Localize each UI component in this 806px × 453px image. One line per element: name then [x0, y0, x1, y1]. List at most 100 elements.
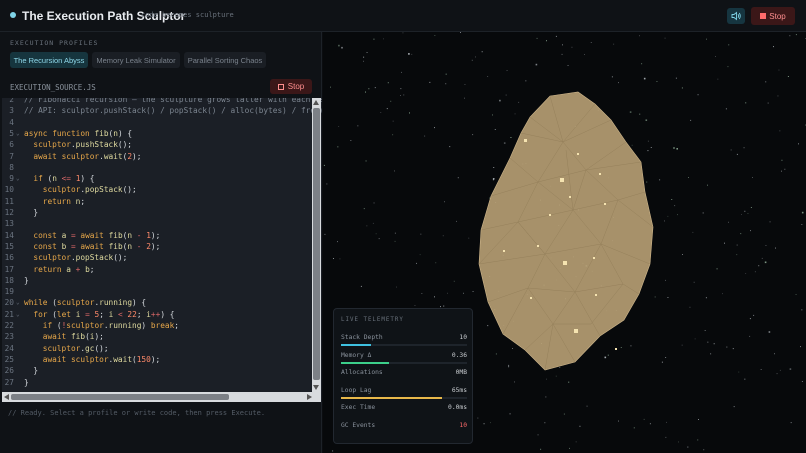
code-text: sculptor.popStack(); [33, 253, 128, 263]
top-bar: The Execution Path Sculptor code becomes… [0, 0, 806, 32]
code-line[interactable]: 11 return n; [2, 196, 314, 207]
telemetry-panel: LIVE TELEMETRY Stack Depth 10 Memory Δ 0.36… [333, 308, 473, 444]
fold-chevron-icon[interactable]: ⌄ [16, 128, 20, 139]
code-line[interactable]: 10 sculptor.popStack(); [2, 184, 314, 195]
code-text: sculptor.gc(); [42, 343, 109, 353]
telemetry-row: Allocations 0MB [341, 369, 467, 381]
line-number: 13 [4, 219, 14, 229]
fold-chevron-icon[interactable]: ⌄ [16, 297, 20, 308]
fold-chevron-icon[interactable]: ⌄ [16, 309, 20, 320]
code-line[interactable]: 16 sculptor.popStack(); [2, 252, 314, 263]
code-text: sculptor.pushStack(); [33, 140, 132, 150]
code-text: await fib(i); [42, 332, 104, 342]
line-number: 7 [9, 151, 14, 161]
profile-recursion-abyss[interactable]: The Recursion Abyss [10, 52, 88, 68]
profile-parallel-sorting[interactable]: Parallel Sorting Chaos [184, 52, 266, 68]
scroll-up-icon[interactable] [313, 100, 319, 105]
source-stop-button[interactable]: Stop [270, 79, 312, 94]
telemetry-value: 0MB [455, 369, 467, 376]
horizontal-scrollbar[interactable] [2, 392, 321, 402]
code-text: await sculptor.wait(2); [33, 151, 142, 161]
telemetry-label: Allocations [341, 369, 383, 376]
stop-button[interactable]: Stop [751, 7, 795, 25]
line-number: 19 [4, 287, 14, 297]
line-number: 2 [9, 98, 14, 104]
scroll-thumb[interactable] [313, 108, 320, 380]
line-number: 12 [4, 208, 14, 217]
code-line[interactable]: 9 ⌄ if (n <= 1) { [2, 173, 314, 184]
code-text: if (n <= 1) { [33, 174, 95, 184]
code-line[interactable]: 18} [2, 275, 314, 286]
code-line[interactable]: 7 await sculptor.wait(2); [2, 151, 314, 162]
telemetry-value: 10 [459, 421, 467, 429]
code-line[interactable]: 8 [2, 162, 314, 173]
stop-square-icon [277, 83, 284, 90]
code-line[interactable]: 20 ⌄ while (sculptor.running) { [2, 297, 314, 308]
code-text: await sculptor.wait(150); [42, 354, 161, 364]
line-number: 3 [9, 106, 14, 116]
code-line[interactable]: 17 return a + b; [2, 264, 314, 275]
line-number: 10 [4, 185, 14, 195]
telemetry-label: Stack Depth [341, 334, 383, 341]
telemetry-bar [341, 361, 467, 364]
code-line[interactable]: 3 // API: sculptor.pushStack() / popStack… [2, 105, 322, 116]
code-line[interactable]: 25 await sculptor.wait(150); [2, 354, 314, 365]
code-text: const b = await fib(n - 2); [33, 241, 161, 251]
code-text: while (sculptor.running) { [24, 298, 147, 308]
telemetry-bar-fill [341, 344, 372, 346]
code-text: // Fibonacci recursion — the sculpture g… [24, 98, 322, 104]
telemetry-label: Exec Time [341, 404, 376, 411]
line-number: 18 [4, 275, 14, 285]
code-line[interactable]: 24 sculptor.gc(); [2, 343, 314, 354]
code-text: const a = await fib(n - 1); [33, 230, 161, 240]
profile-memory-leak[interactable]: Memory Leak Simulator [92, 52, 180, 68]
line-number: 14 [4, 230, 14, 240]
telemetry-bar [341, 344, 467, 346]
code-text: return a + b; [33, 264, 95, 274]
code-line[interactable]: 4 [2, 117, 314, 128]
hscroll-thumb[interactable] [11, 394, 229, 400]
line-number: 9 [9, 174, 14, 184]
line-number: 15 [4, 241, 14, 251]
code-line[interactable]: 6 sculptor.pushStack(); [2, 139, 314, 150]
status-dot [10, 12, 16, 18]
code-text: } [24, 275, 29, 285]
code-line[interactable]: 12 } [2, 207, 314, 218]
scroll-left-icon[interactable] [4, 394, 9, 400]
telemetry-bar [341, 396, 467, 399]
line-number: 17 [4, 264, 14, 274]
code-line[interactable]: 22 if (!sculptor.running) break; [2, 320, 314, 331]
line-number: 5 [9, 128, 14, 138]
code-line[interactable]: 15 const b = await fib(n - 2); [2, 241, 314, 252]
code-line[interactable]: 21 ⌄ for (let i = 5; i < 22; i++) { [2, 309, 314, 320]
telemetry-value: 10 [459, 334, 467, 341]
stop-icon [760, 13, 767, 19]
sound-toggle-button[interactable] [727, 8, 745, 24]
line-number: 26 [4, 366, 14, 376]
profiles-heading: EXECUTION PROFILES [10, 39, 99, 47]
telemetry-value: 0.0ms [448, 404, 467, 411]
code-line[interactable]: 27} [2, 377, 314, 388]
code-line[interactable]: 5 ⌄ async function fib(n) { [2, 128, 314, 139]
code-line[interactable]: 19 [2, 286, 314, 297]
code-line[interactable]: 2 // Fibonacci recursion — the sculpture … [2, 98, 322, 105]
code-text: sculptor.popStack(); [42, 185, 137, 195]
console-output: // Ready. Select a profile or write code… [8, 409, 266, 417]
code-line[interactable]: 23 await fib(i); [2, 331, 314, 342]
code-line[interactable]: 26 } [2, 365, 314, 376]
code-text: } [33, 208, 39, 217]
fold-chevron-icon[interactable]: ⌄ [16, 173, 20, 184]
vertical-scrollbar[interactable] [312, 98, 321, 392]
code-editor[interactable]: 2 // Fibonacci recursion — the sculpture … [2, 98, 322, 402]
scroll-down-icon[interactable] [313, 385, 319, 390]
code-line[interactable]: 14 const a = await fib(n - 1); [2, 230, 314, 241]
code-text: if (!sculptor.running) break; [42, 321, 179, 330]
telemetry-title: LIVE TELEMETRY [341, 317, 404, 323]
scroll-right-icon[interactable] [307, 394, 312, 400]
line-number: 21 [4, 309, 14, 319]
line-number: 22 [4, 321, 14, 330]
telemetry-bar-fill [341, 396, 442, 399]
line-number: 8 [9, 162, 14, 172]
telemetry-label: Memory Δ [341, 351, 372, 359]
code-line[interactable]: 13 [2, 218, 314, 229]
